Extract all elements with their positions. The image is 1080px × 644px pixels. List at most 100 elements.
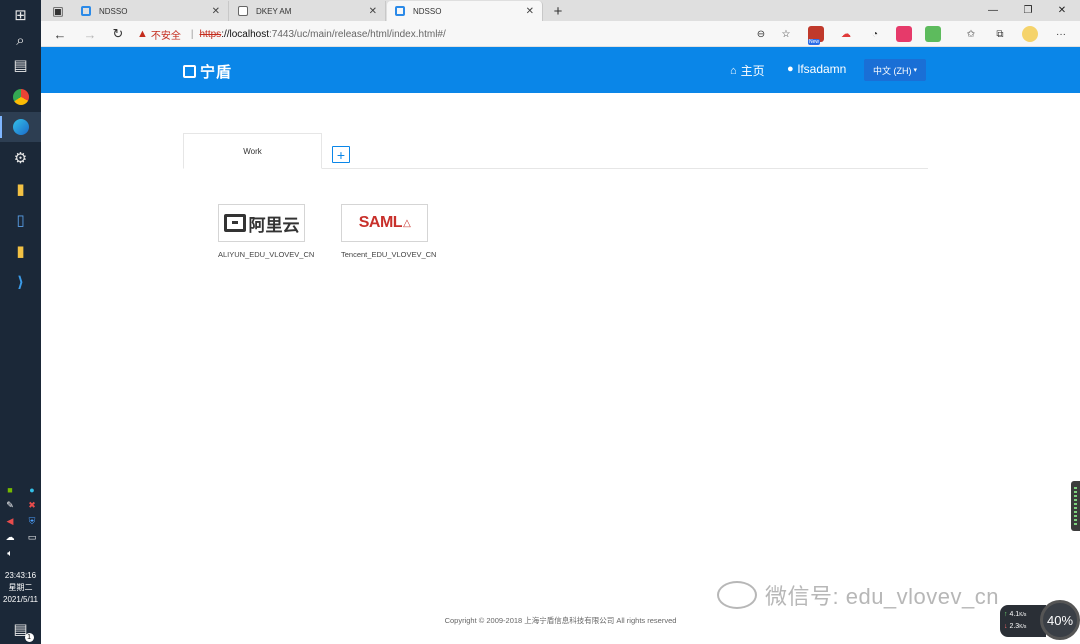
- user-menu[interactable]: ● lfsadamn: [787, 62, 846, 76]
- green-extension-icon[interactable]: [925, 26, 941, 42]
- language-dropdown[interactable]: 中文 (ZH) ▾: [864, 59, 926, 81]
- app-name[interactable]: Tencent_EDU_VLOVEV_CN: [341, 250, 441, 259]
- security-label[interactable]: 不安全: [151, 27, 181, 42]
- tray-row-5: 🔈︎: [4, 548, 38, 559]
- edge-app-icon[interactable]: [0, 112, 41, 142]
- language-label: 中文 (ZH): [872, 65, 912, 76]
- ndsso-favicon: [81, 6, 91, 16]
- taskbar-clock[interactable]: 23:43:16 星期二 2021/5/11: [0, 570, 41, 606]
- wechat-watermark: 微信号: edu_vlovev_cn: [717, 579, 999, 611]
- tab-label: DKEY AM: [256, 6, 292, 16]
- notes-app-icon[interactable]: ▮: [0, 236, 41, 266]
- new-tab-button[interactable]: +: [549, 2, 567, 20]
- volume-red-icon[interactable]: ◀: [4, 516, 16, 527]
- pen-icon[interactable]: ✎: [4, 500, 16, 511]
- add-tab-button[interactable]: +: [332, 146, 350, 163]
- upload-arrow-icon: ↑: [1004, 611, 1008, 618]
- browser-tab-1[interactable]: NDSSO ✕: [73, 1, 229, 21]
- profile-avatar[interactable]: [1022, 26, 1038, 42]
- address-divider: |: [190, 28, 194, 40]
- url-scheme: https: [199, 28, 222, 40]
- tab-work-label: Work: [243, 146, 262, 156]
- logo-text: 宁盾: [200, 64, 233, 81]
- browser-toolbar: ← → ↻ ▲ 不安全 | https ://localhost :7443/u…: [41, 21, 1080, 47]
- app-header: 宁盾 ⌂ 主页 ● lfsadamn 中文 (ZH) ▾: [41, 47, 1080, 93]
- folder-app-icon[interactable]: ▮: [0, 174, 41, 204]
- forward-icon[interactable]: →: [79, 24, 101, 44]
- tray-row-3: ◀ ⛨: [4, 516, 38, 527]
- restore-icon[interactable]: ❐: [1011, 0, 1045, 21]
- close-window-icon[interactable]: ✕: [1045, 0, 1079, 21]
- browser-tab-2[interactable]: DKEY AM ✕: [230, 1, 386, 21]
- app-card-tencent[interactable]: SAML △ Tencent_EDU_VLOVEV_CN: [341, 204, 441, 259]
- speed-extension-icon[interactable]: ◔: [867, 26, 883, 42]
- page-footer: Copyright © 2009-2018 上海宁盾信息科技有限公司 All r…: [41, 615, 1080, 626]
- close-icon[interactable]: ✕: [369, 6, 377, 17]
- app-name[interactable]: ALIYUN_EDU_VLOVEV_CN: [218, 250, 318, 259]
- browser-window: ▣ NDSSO ✕ DKEY AM ✕ NDSSO ✕ + — ❐ ✕ ← → …: [41, 0, 1080, 644]
- collections-icon[interactable]: ⧉: [992, 26, 1008, 42]
- home-link[interactable]: ⌂ 主页: [730, 62, 765, 79]
- close-icon[interactable]: ✕: [212, 6, 220, 17]
- aliyun-logo-text: 阿里云: [248, 215, 300, 235]
- home-label: 主页: [740, 64, 765, 78]
- user-label: lfsadamn: [797, 62, 847, 76]
- app-card-aliyun[interactable]: 阿里云 ALIYUN_EDU_VLOVEV_CN: [218, 204, 318, 259]
- side-meter-strip: [1071, 481, 1080, 531]
- url-host: ://localhost: [221, 28, 269, 40]
- security-tray-icon[interactable]: ✖: [26, 500, 38, 511]
- windows-taskbar: ⊞ ⌕ ▤ ⚙ ▮ ▯ ▮ ⟩ ■ ● ✎ ✖ ◀ ⛨ ☁ ▭ 🔈︎ 23:43…: [0, 0, 41, 644]
- aliyun-logo[interactable]: 阿里云: [218, 204, 305, 242]
- copyright-text: Copyright © 2009-2018 上海宁盾信息科技有限公司 All r…: [444, 616, 677, 625]
- download-unit: K/s: [1019, 624, 1027, 630]
- nvidia-icon[interactable]: ■: [4, 484, 16, 495]
- minimize-icon[interactable]: —: [976, 0, 1010, 21]
- extension-new-icon[interactable]: New: [808, 26, 824, 45]
- tray-row-1: ■ ●: [4, 484, 38, 495]
- new-badge: New: [808, 39, 821, 45]
- user-icon: ●: [787, 63, 794, 75]
- aliyun-mark-icon: [223, 214, 246, 232]
- speaker-icon[interactable]: 🔈︎: [4, 548, 16, 559]
- tray-row-4: ☁ ▭: [4, 532, 38, 543]
- more-options-icon[interactable]: ···: [1053, 26, 1069, 42]
- edge-tray-icon[interactable]: ●: [26, 484, 38, 495]
- tab-strip: ▣ NDSSO ✕ DKEY AM ✕ NDSSO ✕ + — ❐ ✕: [41, 0, 1080, 21]
- notification-center-icon[interactable]: ▤ 1: [0, 614, 41, 644]
- tab-actions-icon[interactable]: ▣: [49, 2, 67, 20]
- notification-count: 1: [24, 633, 34, 642]
- chrome-app-icon[interactable]: [0, 82, 41, 112]
- warning-icon: ▲: [137, 28, 148, 40]
- document-app-icon[interactable]: ▯: [0, 205, 41, 235]
- app-logo[interactable]: 宁盾: [183, 61, 232, 82]
- download-arrow-icon: ↓: [1004, 623, 1008, 630]
- refresh-icon[interactable]: ↻: [107, 24, 129, 44]
- shield-icon[interactable]: ⛨: [26, 516, 38, 527]
- network-icon[interactable]: ▭: [26, 532, 38, 543]
- network-speed-widget[interactable]: ↑ 4.1K/s ↓ 2.3K/s 40%: [1000, 600, 1080, 644]
- favorite-add-icon[interactable]: ☆: [778, 26, 794, 42]
- zoom-icon[interactable]: ⊖: [753, 26, 769, 42]
- settings-app-icon[interactable]: ⚙: [0, 143, 41, 173]
- upload-speed: 4.1: [1009, 611, 1020, 618]
- back-icon[interactable]: ←: [49, 24, 71, 44]
- address-bar[interactable]: ▲ 不安全 | https ://localhost :7443/uc/main…: [137, 24, 777, 44]
- clock-day: 星期二: [8, 583, 33, 592]
- favorites-icon[interactable]: ✩: [963, 26, 979, 42]
- pink-extension-icon[interactable]: [896, 26, 912, 42]
- caret-down-icon: ▾: [913, 67, 917, 74]
- cloud-extension-icon[interactable]: ☁: [838, 26, 854, 42]
- browser-tab-3[interactable]: NDSSO ✕: [387, 1, 543, 21]
- saml-logo[interactable]: SAML △: [341, 204, 428, 242]
- watermark-text: 微信号: edu_vlovev_cn: [765, 584, 999, 609]
- task-view-icon[interactable]: ▤: [0, 50, 41, 80]
- upload-unit: K/s: [1019, 612, 1027, 618]
- cloud-icon[interactable]: ☁: [4, 532, 16, 543]
- apps-panel: Work + 阿里云 ALIYUN_EDU_VLOVEV_CN SAML △ T…: [183, 133, 928, 296]
- wechat-icon: [717, 581, 757, 609]
- usage-percent: 40%: [1046, 612, 1074, 628]
- vscode-app-icon[interactable]: ⟩: [0, 267, 41, 297]
- saml-logo-graphic: SAML △: [359, 214, 411, 232]
- tab-work[interactable]: Work: [183, 133, 322, 169]
- close-icon[interactable]: ✕: [526, 6, 534, 17]
